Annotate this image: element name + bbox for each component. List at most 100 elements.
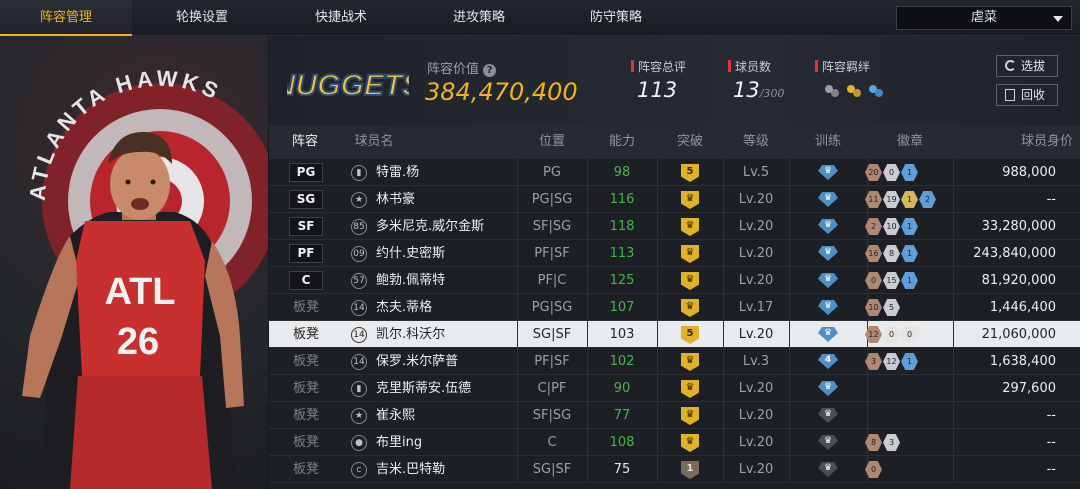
col-lineup[interactable]: 阵容 xyxy=(269,125,341,159)
tab-defense[interactable]: 防守策略 xyxy=(550,0,682,36)
breakthrough-cell[interactable]: 1 xyxy=(657,456,723,483)
training-cell[interactable]: ♛ xyxy=(789,375,867,402)
col-level[interactable]: 等级 xyxy=(723,125,789,159)
training-cell[interactable]: 4 xyxy=(789,348,867,375)
player-name[interactable]: 克里斯蒂安.伍德 xyxy=(376,375,471,402)
table-row[interactable]: 板凳 ▮ 克里斯蒂安.伍德 C|PF 90 ♛ Lv.20 ♛ 297,600 xyxy=(269,375,1080,402)
crown-icon: ♛ xyxy=(681,353,699,371)
player-value: 1,446,400 xyxy=(989,300,1056,315)
jersey-number-icon: 14 xyxy=(351,354,367,370)
recycle-icon xyxy=(1005,89,1015,101)
breakthrough-cell[interactable]: ♛ xyxy=(657,294,723,321)
player-name[interactable]: 林书豪 xyxy=(376,186,415,213)
badge-hex-icon: 0 xyxy=(865,461,882,478)
table-row[interactable]: 板凳 14 杰夫.蒂格 PG|SG 107 ♛ Lv.17 ♛ 10 5 1,446,400 xyxy=(269,294,1080,321)
table-row[interactable]: C 57 鲍勃.佩蒂特 PF|C 125 ♛ Lv.20 ♛ 0 15 1 81,920,000 xyxy=(269,267,1080,294)
col-breakthrough[interactable]: 突破 xyxy=(657,125,723,159)
breakthrough-cell[interactable]: 5 xyxy=(657,159,723,186)
badge-hex-icon: 11 xyxy=(865,191,882,208)
tab-quick-tactics[interactable]: 快捷战术 xyxy=(275,0,407,36)
player-name[interactable]: 崔永熙 xyxy=(376,402,415,429)
breakthrough-cell[interactable]: ♛ xyxy=(657,402,723,429)
select-button[interactable]: 选拔 xyxy=(996,55,1058,77)
badges-cell[interactable] xyxy=(867,375,953,402)
table-row[interactable]: 板凳 14 凯尔.科沃尔 SG|SF 103 5 Lv.20 ♛ 12 0 0 21,060,000 xyxy=(269,321,1080,348)
player-name[interactable]: 保罗.米尔萨普 xyxy=(376,348,458,375)
training-cell[interactable]: ♛ xyxy=(789,456,867,483)
training-cell[interactable]: ♛ xyxy=(789,321,867,348)
player-name[interactable]: 鲍勃.佩蒂特 xyxy=(376,267,445,294)
breakthrough-cell[interactable]: ♛ xyxy=(657,186,723,213)
lineup-bench-label: 板凳 xyxy=(292,435,319,450)
player-name[interactable]: 多米尼克.威尔金斯 xyxy=(376,213,484,240)
crown-icon: ♛ xyxy=(681,245,699,263)
player-name[interactable]: 杰夫.蒂格 xyxy=(376,294,432,321)
help-icon[interactable]: ? xyxy=(483,64,497,77)
badges-cell[interactable]: 10 5 xyxy=(865,294,953,321)
table-row[interactable]: PF 09 约什.史密斯 PF|SF 113 ♛ Lv.20 ♛ 16 8 1 243,840,000 xyxy=(269,240,1080,267)
player-name[interactable]: 凯尔.科沃尔 xyxy=(376,321,445,348)
training-cell[interactable]: ♛ xyxy=(789,186,867,213)
table-row[interactable]: 板凳 14 保罗.米尔萨普 PF|SF 102 ♛ Lv.3 4 3 12 1 1,638,400 xyxy=(269,348,1080,375)
breakthrough-cell[interactable]: ♛ xyxy=(657,375,723,402)
table-row[interactable]: 板凳 C 吉米.巴特勒 SG|SF 75 1 Lv.20 ♛ 0 -- xyxy=(269,456,1080,483)
badges-cell[interactable]: 0 xyxy=(865,456,953,483)
bond-icons[interactable] xyxy=(821,82,891,102)
player-position: C xyxy=(547,435,557,450)
player-position: PF|C xyxy=(537,273,567,288)
breakthrough-cell[interactable]: ♛ xyxy=(657,348,723,375)
training-emblem-icon: ♛ xyxy=(818,273,838,288)
col-ability[interactable]: 能力 xyxy=(587,125,657,159)
training-cell[interactable]: ♛ xyxy=(789,213,867,240)
breakthrough-cell[interactable]: ♛ xyxy=(657,213,723,240)
table-row[interactable]: 板凳 ● 布里ing C 108 ♛ Lv.20 ♛ 8 3 -- xyxy=(269,429,1080,456)
badges-cell[interactable]: 2 10 1 xyxy=(865,213,953,240)
player-name[interactable]: 吉米.巴特勒 xyxy=(376,456,445,483)
training-cell[interactable]: ♛ xyxy=(789,267,867,294)
training-cell[interactable]: ♛ xyxy=(789,402,867,429)
training-cell[interactable]: ♛ xyxy=(789,240,867,267)
breakthrough-cell[interactable]: ♛ xyxy=(657,267,723,294)
chevron-down-icon xyxy=(1053,16,1063,22)
lineup-bench-label: 板凳 xyxy=(292,408,319,423)
training-emblem-icon: 4 xyxy=(818,354,838,369)
lineup-position-badge: PF xyxy=(289,244,323,263)
badges-cell[interactable]: 16 8 1 xyxy=(865,240,953,267)
player-name[interactable]: 约什.史密斯 xyxy=(376,240,445,267)
team-select-dropdown[interactable]: 虐菜 xyxy=(896,6,1072,30)
badges-cell[interactable]: 12 0 0 xyxy=(865,321,953,348)
col-name[interactable]: 球员名 xyxy=(349,125,399,159)
col-position[interactable]: 位置 xyxy=(517,125,587,159)
badges-cell[interactable]: 0 15 1 xyxy=(865,267,953,294)
crown-icon: ♛ xyxy=(681,218,699,236)
col-badges[interactable]: 徽章 xyxy=(867,125,953,159)
badges-cell[interactable] xyxy=(867,402,953,429)
table-row[interactable]: 板凳 ★ 崔永熙 SF|SG 77 ♛ Lv.20 ♛ -- xyxy=(269,402,1080,429)
col-training[interactable]: 训练 xyxy=(789,125,867,159)
tab-lineup[interactable]: 阵容管理 xyxy=(0,0,132,36)
training-cell[interactable]: ♛ xyxy=(789,294,867,321)
player-name[interactable]: 布里ing xyxy=(376,429,422,456)
player-value: -- xyxy=(1046,435,1056,450)
badges-cell[interactable]: 20 0 1 xyxy=(865,159,953,186)
tab-rotation[interactable]: 轮换设置 xyxy=(136,0,268,36)
table-row[interactable]: SG ★ 林书豪 PG|SG 116 ♛ Lv.20 ♛ 11 19 1 2 -- xyxy=(269,186,1080,213)
training-cell[interactable]: ♛ xyxy=(789,429,867,456)
training-cell[interactable]: ♛ xyxy=(789,159,867,186)
badges-cell[interactable]: 11 19 1 2 xyxy=(865,186,953,213)
lineup-value-label: 阵容价值 ? xyxy=(427,58,497,77)
player-name[interactable]: 特雷.杨 xyxy=(376,159,419,186)
breakthrough-cell[interactable]: ♛ xyxy=(657,429,723,456)
recycle-button[interactable]: 回收 xyxy=(996,84,1058,106)
table-row[interactable]: PG ▮ 特雷.杨 PG 98 5 Lv.5 ♛ 20 0 1 988,000 xyxy=(269,159,1080,186)
breakthrough-cell[interactable]: ♛ xyxy=(657,240,723,267)
tab-offense[interactable]: 进攻策略 xyxy=(413,0,545,36)
table-row[interactable]: SF 85 多米尼克.威尔金斯 SF|SG 118 ♛ Lv.20 ♛ 2 10 1 33,280,0… xyxy=(269,213,1080,240)
badges-cell[interactable]: 3 12 1 xyxy=(865,348,953,375)
breakthrough-badge: 1 xyxy=(681,461,699,479)
lineup-position-badge: PG xyxy=(289,163,323,182)
breakthrough-badge: 5 xyxy=(681,326,699,344)
col-value[interactable]: 球员身价 xyxy=(953,125,1073,159)
breakthrough-cell[interactable]: 5 xyxy=(657,321,723,348)
badges-cell[interactable]: 83 xyxy=(865,429,953,456)
